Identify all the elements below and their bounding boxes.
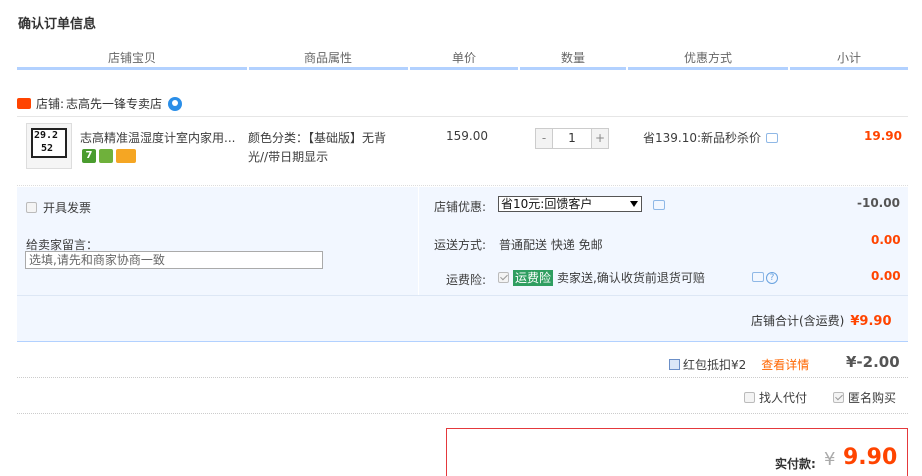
seven-day-return-icon[interactable]: 7 [82,149,96,163]
shipping-label: 运送方式: [433,238,486,252]
shop-row: 店铺: 志高先一锋专卖店 [17,95,183,112]
column-header-discount: 优惠方式 [683,51,732,65]
shop-total: 店铺合计(含运费) ¥9.90 [751,312,892,329]
dotted-divider [17,413,908,414]
column-header-items: 店铺宝贝 [107,51,156,65]
proxy-pay-checkbox[interactable] [744,392,755,403]
credit-card-icon[interactable] [116,149,136,163]
insurance-tag: 运费险 [513,269,554,286]
proxy-pay-label: 找人代付 [759,391,808,405]
panel-bottom-border [17,341,908,342]
redpacket-checkbox[interactable] [669,359,680,370]
quantity-input[interactable]: 1 [553,128,591,149]
redpacket-detail-link[interactable]: 查看详情 [761,356,809,373]
column-header-quantity: 数量 [560,51,585,65]
insurance-checkbox[interactable] [498,272,509,283]
column-underline [249,67,408,70]
unit-price: 159.00 [446,129,488,143]
shop-discount-selected: 省10元:回馈客户 [501,197,593,211]
shop-name-link[interactable]: 志高先一锋专卖店 [66,95,162,112]
shop-label: 店铺: [36,97,65,111]
item-subtotal: 19.90 [864,129,902,143]
insurance-amount: 0.00 [871,269,901,283]
column-underline [628,67,788,70]
shipping-amount: 0.00 [871,233,901,247]
memo-input[interactable]: 选填,请先和商家协商一致 [25,251,323,269]
shop-discount-label: 店铺优惠: [433,200,486,214]
product-attributes: 颜色分类：【基础版】无背光//带日期显示 [248,131,387,164]
quantity-stepper: - 1 + [535,128,609,149]
wangwang-chat-icon[interactable] [168,96,183,111]
discount-info-icon[interactable] [653,200,665,210]
tmall-badge-icon [17,98,31,109]
payment-amount: 9.90 [843,445,898,470]
anonymous-label: 匿名购买 [848,391,897,405]
promotion: 省139.10:新品秒杀价 [643,129,779,146]
shop-discount-value: -10.00 [857,196,900,210]
quantity-decrease-button[interactable]: - [535,128,553,149]
shop-discount-select[interactable]: 省10元:回馈客户 [498,196,642,212]
invoice-option: 开具发票 [26,199,91,216]
quantity-increase-button[interactable]: + [591,128,609,149]
product-title-link[interactable]: 志高精准温湿度计室内家用... [80,129,240,146]
column-header-price: 单价 [451,51,476,65]
column-underline [790,67,908,70]
redpacket-amount: ¥-2.00 [846,353,900,371]
shop-total-value: ¥9.90 [850,314,892,329]
redpacket-label: 红包抵扣¥2 [683,358,747,372]
anonymous-checkbox[interactable] [833,392,845,403]
column-header-subtotal: 小计 [836,51,861,65]
insurance-description: 卖家送,确认收货前退货可赔 [557,271,705,285]
product-thumbnail[interactable] [26,123,72,169]
insurance-label: 运费险: [445,273,486,287]
service-icons: 7 [82,149,136,163]
column-header-attributes: 商品属性 [303,51,352,65]
payment-label: 实付款: [775,457,816,471]
payment-box [446,428,908,476]
insurance-icons: ? [752,272,778,284]
invoice-checkbox[interactable] [26,202,37,213]
column-underline [17,67,247,70]
redpacket-option: 红包抵扣¥2 查看详情 [669,356,809,373]
item-row [17,116,908,186]
dotted-divider [17,377,908,378]
shipping-method: 普通配送 快递 免邮 [499,238,603,252]
column-underline [520,67,626,70]
invoice-label: 开具发票 [43,201,92,215]
insurance-option: 运费险 卖家送,确认收货前退货可赔 [498,269,705,286]
dropdown-arrow-icon [630,201,638,207]
page-title: 确认订单信息 [18,17,97,32]
help-icon[interactable]: ? [766,272,778,284]
insurance-chat-icon[interactable] [752,272,764,282]
promotion-text: 省139.10:新品秒杀价 [643,131,762,145]
payment-helpers: 找人代付 匿名购买 [744,389,896,406]
guarantee-icon[interactable] [99,149,113,163]
panel-divider [17,295,908,296]
shop-total-label: 店铺合计(含运费) [751,314,845,328]
promotion-info-icon[interactable] [766,132,779,143]
currency-symbol: ¥ [824,449,836,470]
column-underline [410,67,518,70]
